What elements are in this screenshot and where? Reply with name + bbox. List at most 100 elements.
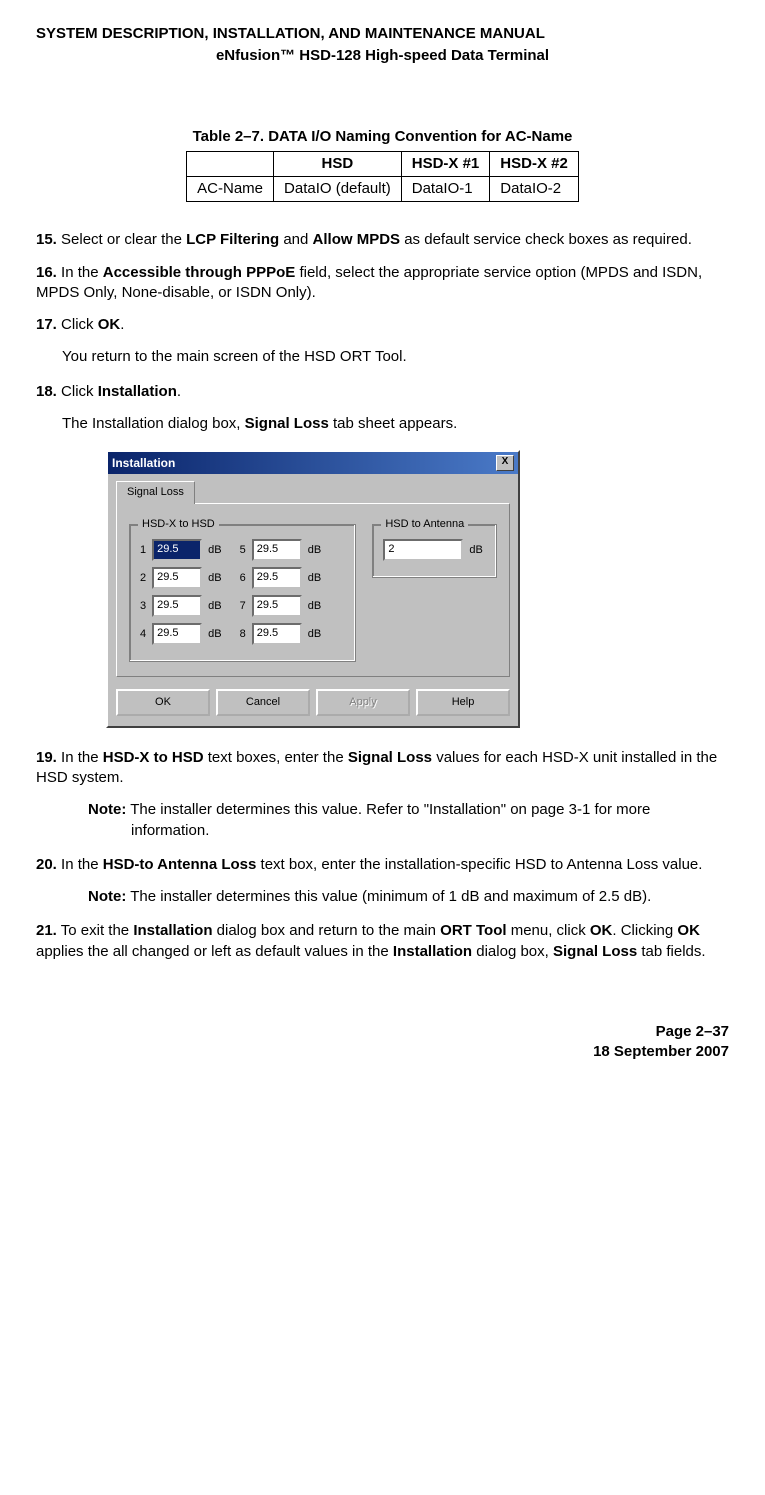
step-18-text-a: Click [61, 383, 98, 400]
hsdx-label-2: 2 [140, 571, 146, 586]
antenna-input[interactable]: 2 [383, 539, 463, 561]
step-17-bold: OK [98, 316, 121, 333]
step-19: 19. In the HSD-X to HSD text boxes, ente… [36, 748, 729, 789]
s21-m: tab fields. [637, 943, 705, 960]
step-17-text-a: Click [61, 316, 98, 333]
apply-button[interactable]: Apply [316, 689, 410, 716]
db-1: dB [208, 543, 221, 558]
doc-header-title: SYSTEM DESCRIPTION, INSTALLATION, AND MA… [36, 24, 729, 44]
step-21: 21. To exit the Installation dialog box … [36, 921, 729, 962]
hsdx-input-8[interactable]: 29.5 [252, 623, 302, 645]
step-16-bold: Accessible through PPPoE [103, 264, 296, 281]
tab-panel: HSD-X to HSD 129.5dB 229.5dB 329.5dB 429… [116, 503, 510, 677]
th-hsdx1: HSD-X #1 [401, 151, 490, 176]
note-text-20: The installer determines this value (min… [126, 888, 651, 905]
db-4: dB [208, 627, 221, 642]
note-label-19: Note: [88, 801, 126, 818]
step-15-num: 15. [36, 231, 57, 248]
step-20: 20. In the HSD-to Antenna Loss text box,… [36, 855, 729, 875]
tab-signal-loss[interactable]: Signal Loss [116, 481, 195, 504]
page-number: Page 2–37 [36, 1022, 729, 1042]
th-hsdx2: HSD-X #2 [490, 151, 579, 176]
table-caption: Table 2–7. DATA I/O Naming Convention fo… [36, 127, 729, 147]
step-19-d: Signal Loss [348, 749, 432, 766]
step-15-bold-1: LCP Filtering [186, 231, 279, 248]
hsdx-label-8: 8 [240, 627, 246, 642]
group-hsd-to-antenna: HSD to Antenna 2dB [372, 524, 497, 578]
group-hsdx-legend: HSD-X to HSD [138, 517, 219, 532]
hsdx-input-1[interactable]: 29.5 [152, 539, 202, 561]
step-18-sub-b: Signal Loss [245, 415, 329, 432]
hsdx-input-5[interactable]: 29.5 [252, 539, 302, 561]
hsdx-label-5: 5 [240, 543, 246, 558]
dialog-title: Installation [112, 455, 175, 471]
doc-header-subtitle: eNfusion™ HSD-128 High-speed Data Termin… [36, 46, 729, 66]
hsdx-input-2[interactable]: 29.5 [152, 567, 202, 589]
s21-e: menu, click [507, 922, 590, 939]
step-15-bold-2: Allow MPDS [313, 231, 401, 248]
step-20-note: Note: The installer determines this valu… [88, 887, 729, 907]
step-17: 17. Click OK. [36, 315, 729, 335]
s21-k: dialog box, [472, 943, 553, 960]
dialog-titlebar[interactable]: Installation X [108, 452, 518, 474]
db-3: dB [208, 599, 221, 614]
step-20-a: In the [61, 856, 103, 873]
s21-c: dialog box and return to the main [213, 922, 441, 939]
help-button[interactable]: Help [416, 689, 510, 716]
s21-g: . Clicking [612, 922, 677, 939]
close-icon[interactable]: X [496, 455, 514, 471]
td-hsdx1: DataIO-1 [401, 177, 490, 202]
step-16: 16. In the Accessible through PPPoE fiel… [36, 263, 729, 304]
hsdx-label-7: 7 [240, 599, 246, 614]
step-19-note: Note: The installer determines this valu… [88, 800, 729, 841]
th-hsd: HSD [274, 151, 402, 176]
db-7: dB [308, 599, 321, 614]
step-15-text-c: and [279, 231, 312, 248]
step-19-b: HSD-X to HSD [103, 749, 204, 766]
installation-dialog: Installation X Signal Loss HSD-X to HSD … [106, 450, 520, 728]
hsdx-label-6: 6 [240, 571, 246, 586]
step-20-b: HSD-to Antenna Loss [103, 856, 257, 873]
step-19-c: text boxes, enter the [204, 749, 348, 766]
step-15: 15. Select or clear the LCP Filtering an… [36, 230, 729, 250]
step-15-text-a: Select or clear the [61, 231, 186, 248]
s21-i: applies the all changed or left as defau… [36, 943, 393, 960]
db-ant: dB [469, 543, 482, 558]
hsdx-label-1: 1 [140, 543, 146, 558]
s21-h: OK [677, 922, 700, 939]
hsdx-label-4: 4 [140, 627, 146, 642]
db-2: dB [208, 571, 221, 586]
step-17-sub: You return to the main screen of the HSD… [62, 347, 729, 367]
hsdx-input-7[interactable]: 29.5 [252, 595, 302, 617]
s21-f: OK [590, 922, 613, 939]
naming-convention-table: HSD HSD-X #1 HSD-X #2 AC-Name DataIO (de… [186, 151, 579, 203]
step-18-sub: The Installation dialog box, Signal Loss… [62, 414, 729, 434]
step-16-text-a: In the [61, 264, 103, 281]
s21-b: Installation [133, 922, 212, 939]
step-19-num: 19. [36, 749, 57, 766]
hsdx-input-3[interactable]: 29.5 [152, 595, 202, 617]
s21-j: Installation [393, 943, 472, 960]
s21-l: Signal Loss [553, 943, 637, 960]
step-18-text-c: . [177, 383, 181, 400]
hsdx-input-6[interactable]: 29.5 [252, 567, 302, 589]
cancel-button[interactable]: Cancel [216, 689, 310, 716]
step-16-num: 16. [36, 264, 57, 281]
step-18-bold: Installation [98, 383, 177, 400]
db-5: dB [308, 543, 321, 558]
hsdx-input-4[interactable]: 29.5 [152, 623, 202, 645]
step-15-text-d: as default service check boxes as requir… [400, 231, 692, 248]
note-label-20: Note: [88, 888, 126, 905]
step-18-sub-c: tab sheet appears. [329, 415, 457, 432]
step-20-num: 20. [36, 856, 57, 873]
group-ant-legend: HSD to Antenna [381, 517, 468, 532]
th-blank [187, 151, 274, 176]
td-hsd: DataIO (default) [274, 177, 402, 202]
ok-button[interactable]: OK [116, 689, 210, 716]
note-text-19: The installer determines this value. Ref… [126, 801, 650, 838]
td-hsdx2: DataIO-2 [490, 177, 579, 202]
td-acname: AC-Name [187, 177, 274, 202]
step-19-a: In the [61, 749, 103, 766]
step-17-text-c: . [120, 316, 124, 333]
step-18-sub-a: The Installation dialog box, [62, 415, 245, 432]
